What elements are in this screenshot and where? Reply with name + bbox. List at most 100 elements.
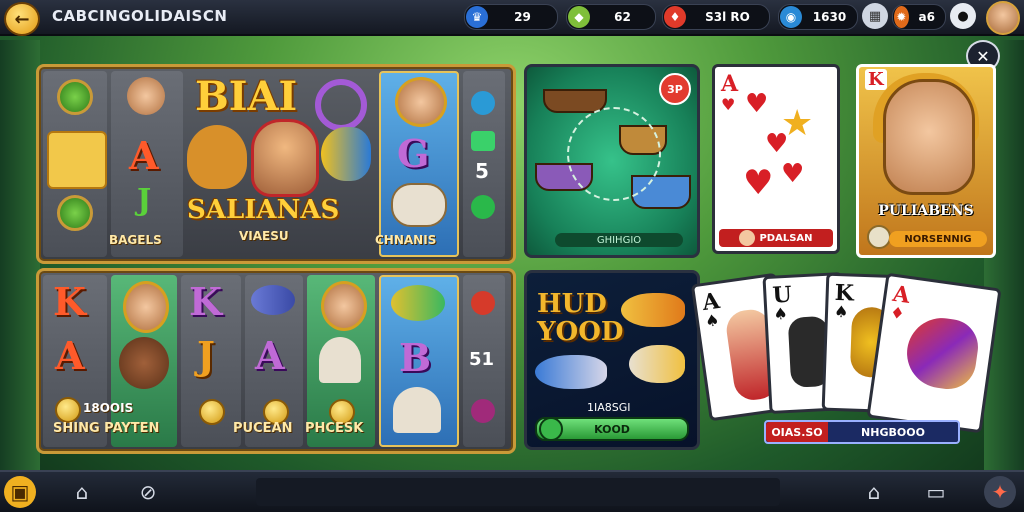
- globe-icon: ◉: [780, 6, 802, 28]
- monkey-icon: [187, 125, 247, 189]
- home-icon[interactable]: ⌂: [66, 476, 98, 508]
- caption-phcesk: PHCESK: [305, 421, 364, 436]
- heart-icon: ♥: [743, 163, 774, 203]
- hero-card[interactable]: K PULIABENS NORSENNIG: [856, 64, 996, 258]
- reel-2: A J: [111, 71, 183, 257]
- purple-gem-icon: [471, 399, 495, 423]
- arrow-left-icon[interactable]: ←: [4, 2, 40, 36]
- card-rank: A: [721, 71, 739, 97]
- currency-value: S3l RO: [705, 10, 750, 24]
- caption-pucean: PUCEAN: [233, 421, 293, 436]
- hud-title-1: HUD: [537, 289, 607, 319]
- fish-icon: [321, 127, 371, 181]
- reel-3: K J: [181, 275, 241, 447]
- card-label: PDALSAN: [719, 229, 833, 247]
- jungle-left-decor: [0, 40, 40, 470]
- fish-icon: [629, 345, 685, 383]
- chef-face-icon: [127, 77, 165, 115]
- board-caption: GHIHGIO: [555, 233, 683, 247]
- green-gem-icon: [57, 79, 93, 115]
- app-title: CABCINGOLIDAISCN: [52, 7, 228, 25]
- card-fan-tile[interactable]: A ♠ U ♠ K ♠ A ♦ OIAS.SO NHGBOOO: [690, 270, 1002, 448]
- red-gem-icon: [471, 291, 495, 315]
- hud-play-button[interactable]: KOOD: [535, 417, 689, 441]
- caption-shing-payten: SHING PAYTEN: [53, 421, 160, 436]
- letter-b: B: [399, 335, 432, 380]
- joystick-icon[interactable]: ✦: [984, 476, 1016, 508]
- blue-gem-icon: [471, 91, 495, 115]
- warrior-face-icon: [119, 337, 169, 389]
- fan-left-label: OIAS.SO: [766, 422, 828, 442]
- player-count-badge: 3P: [659, 73, 691, 105]
- coin-icon: [867, 225, 891, 249]
- letter-k: K: [189, 279, 223, 324]
- heart-icon: ♥: [721, 95, 736, 114]
- reel-side: 5: [463, 71, 505, 257]
- currency-globe[interactable]: ◉ 1630: [778, 4, 858, 30]
- currency-fire[interactable]: ✹ a6: [892, 4, 946, 30]
- playing-card-ace[interactable]: A ♥ ♥ ♥ ♥ ♥ ★ PDALSAN: [712, 64, 840, 254]
- bottom-nav: ▣ ⌂ ⊘ ⌂ ▭ ✦: [0, 470, 1024, 512]
- green-gem-icon: [57, 195, 93, 231]
- crown-icon: ♛: [466, 6, 488, 28]
- gift-icon[interactable]: ▣: [4, 476, 36, 508]
- reel-blue: G: [379, 71, 459, 257]
- board-game-tile[interactable]: 3P GHIHGIO: [524, 64, 700, 258]
- player-avatar[interactable]: [986, 1, 1020, 35]
- slot-game-bottom[interactable]: K A K J A B 51 18OOIS SHING PAYTEN PUCEA…: [36, 268, 516, 454]
- check-icon: [539, 417, 563, 441]
- slot-subbanner: VIAESU: [239, 229, 289, 243]
- reel-caption-chnanis: CHNANIS: [375, 233, 437, 247]
- currency-gems[interactable]: ◆ 62: [566, 4, 656, 30]
- shell-icon: [319, 337, 361, 383]
- letter-g: G: [397, 131, 430, 176]
- card-label-text: PDALSAN: [759, 232, 813, 244]
- fish-icon: [902, 313, 982, 393]
- viking-face-icon: [395, 77, 447, 127]
- coin-icon: [199, 399, 225, 425]
- currency-value: 29: [514, 10, 531, 24]
- fan-right-label: NHGBOOO: [861, 425, 925, 439]
- slot-game-top[interactable]: A J BAGELS BIAI SALIANAS VIAESU G CHNANI…: [36, 64, 516, 264]
- fire-icon: ✹: [894, 6, 909, 28]
- coin-icon: [55, 397, 81, 423]
- green-gem-icon: [471, 195, 495, 219]
- shell-icon: [393, 387, 441, 433]
- currency-value: 1630: [812, 10, 847, 24]
- hud-button-label: KOOD: [594, 422, 630, 436]
- fish-icon: [535, 355, 607, 389]
- purple-ring-icon: [315, 79, 367, 131]
- hud-title-2: YOOD: [537, 317, 624, 347]
- hud-number: 1IA8SGI: [587, 401, 631, 414]
- hero-label: NORSENNIG: [889, 231, 987, 247]
- chip-icon[interactable]: ●: [950, 3, 976, 29]
- letter-j: J: [197, 333, 215, 378]
- side-number: 51: [469, 349, 495, 370]
- spade-icon: ♠: [833, 301, 849, 322]
- bottom-center-strip: [256, 478, 780, 506]
- card-rank: K: [865, 69, 887, 90]
- currency-value: a6: [918, 10, 935, 24]
- heart-icon: ♥: [781, 159, 805, 189]
- letter-a: A: [129, 133, 159, 178]
- house-user-icon[interactable]: ⌂: [858, 476, 890, 508]
- fish-icon: [621, 293, 685, 327]
- currency-crowns[interactable]: ♛ 29: [464, 4, 558, 30]
- playing-card: A ♦: [866, 272, 1002, 434]
- spade-icon: ♠: [772, 303, 789, 324]
- letter-k: K: [53, 279, 87, 324]
- currency-rubies[interactable]: ♦ S3l RO: [662, 4, 770, 30]
- screen-icon[interactable]: ▭: [920, 476, 952, 508]
- slot-title: BIAI: [195, 73, 298, 120]
- reel-blue: B: [379, 275, 459, 447]
- card-fan-labels: OIAS.SO NHGBOOO: [764, 420, 960, 444]
- letter-a: A: [55, 333, 85, 378]
- fish-basket-icon: [391, 183, 447, 227]
- reel-caption-bagels: BAGELS: [109, 233, 162, 247]
- no-signal-icon[interactable]: ⊘: [132, 476, 164, 508]
- fish-game-tile[interactable]: HUD YOOD 1IA8SGI KOOD: [524, 270, 700, 450]
- heart-icon: ♥: [745, 89, 769, 119]
- settings-icon[interactable]: ▦: [862, 3, 888, 29]
- fish-icon: [251, 285, 295, 315]
- board-path: [567, 107, 661, 201]
